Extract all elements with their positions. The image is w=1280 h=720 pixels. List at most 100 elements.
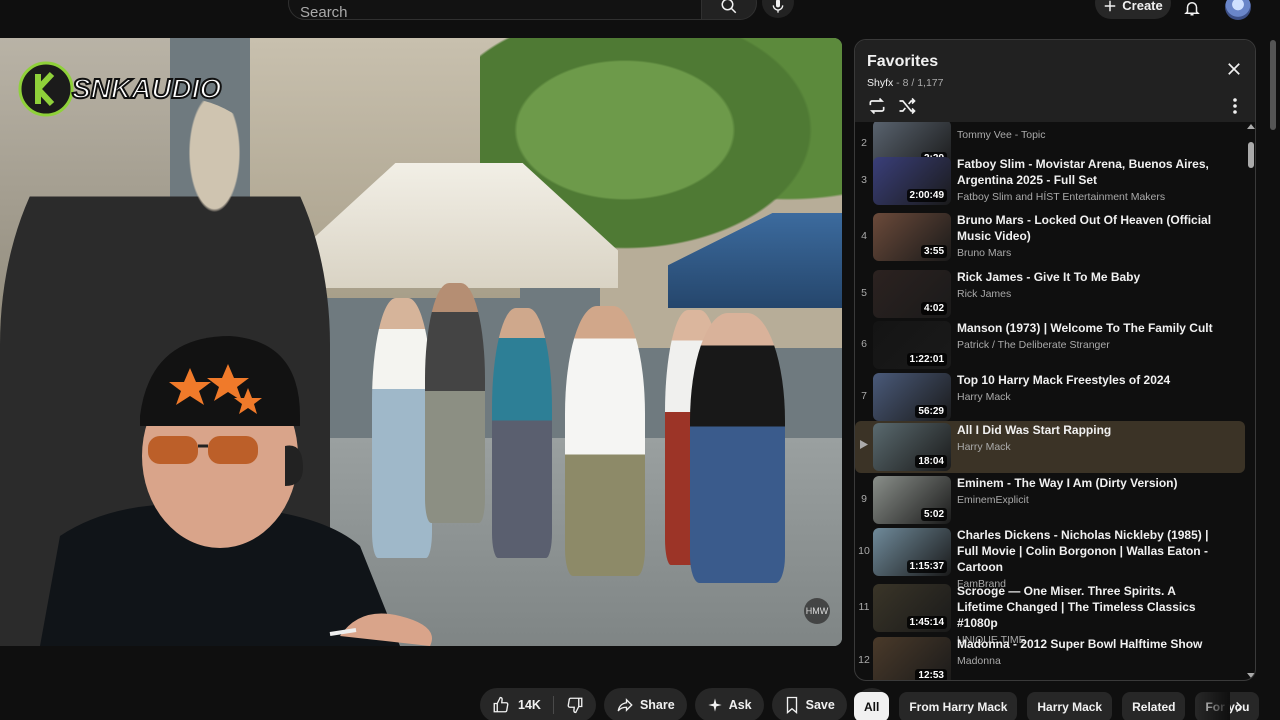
playlist-item[interactable]: 12 12:53 Madonna - 2012 Super Bowl Halftim… bbox=[855, 635, 1245, 680]
microphone-icon bbox=[772, 0, 784, 13]
search-button[interactable] bbox=[701, 0, 757, 20]
video-meta: Manson (1973) | Welcome To The Family Cu… bbox=[957, 319, 1217, 371]
playlist-item[interactable]: 7 56:29 Top 10 Harry Mack Freestyles of 20… bbox=[855, 371, 1245, 423]
scroll-down-arrow[interactable] bbox=[1247, 673, 1255, 678]
playlist-item-current[interactable]: 18:04 All I Did Was Start Rapping Harry Ma… bbox=[855, 421, 1245, 473]
video-title[interactable]: Charles Dickens - Nicholas Nickleby (198… bbox=[957, 527, 1217, 575]
video-thumbnail[interactable]: 2:00:49 bbox=[873, 157, 951, 205]
video-title[interactable]: Top 10 Harry Mack Freestyles of 2024 bbox=[957, 372, 1217, 388]
playlist-item-index: 10 bbox=[858, 545, 870, 557]
playlist-item-index: 5 bbox=[861, 287, 867, 299]
like-count: 14K bbox=[518, 698, 541, 712]
voice-search-button[interactable] bbox=[762, 0, 794, 18]
chips-fade bbox=[1196, 692, 1230, 720]
dislike-button[interactable] bbox=[554, 688, 596, 720]
thumbs-up-icon bbox=[493, 696, 509, 713]
playlist-scrollbar[interactable] bbox=[1247, 124, 1255, 678]
create-label: Create bbox=[1122, 0, 1163, 13]
video-meta: Eminem - The Way I Am (Dirty Version) Emi… bbox=[957, 474, 1217, 526]
search-icon bbox=[721, 0, 737, 14]
video-thumbnail[interactable]: 3:55 bbox=[873, 213, 951, 261]
playlist-item-index: 4 bbox=[861, 230, 867, 242]
share-label: Share bbox=[639, 698, 675, 712]
video-thumbnail[interactable]: 5:02 bbox=[873, 476, 951, 524]
video-player[interactable]: SNKAUDIO HMW bbox=[0, 38, 842, 646]
video-thumbnail[interactable]: 56:29 bbox=[873, 373, 951, 421]
video-thumbnail[interactable]: 12:53 bbox=[873, 637, 951, 680]
close-icon[interactable] bbox=[1225, 60, 1243, 78]
video-meta: Rick James - Give It To Me Baby Rick Jame… bbox=[957, 268, 1217, 320]
playlist-item[interactable]: 9 5:02 Eminem - The Way I Am (Dirty Versio… bbox=[855, 474, 1245, 526]
share-button[interactable]: Share bbox=[603, 688, 687, 720]
video-title[interactable]: Rick James - Give It To Me Baby bbox=[957, 269, 1217, 285]
share-icon bbox=[617, 698, 633, 712]
plus-icon bbox=[1105, 0, 1116, 12]
scroll-thumb[interactable] bbox=[1248, 142, 1254, 168]
video-channel[interactable]: Tommy Vee - Topic bbox=[957, 129, 1217, 141]
playlist-position: 8 / 1,177 bbox=[902, 77, 944, 89]
ask-label: Ask bbox=[728, 698, 752, 712]
notifications-button[interactable] bbox=[1180, 0, 1204, 20]
avatar[interactable] bbox=[1225, 0, 1251, 20]
video-thumbnail[interactable]: 1:45:14 bbox=[873, 584, 951, 632]
playlist-item[interactable]: 3 2:00:49 Fatboy Slim - Movistar Arena, Bu… bbox=[855, 155, 1245, 207]
page-scrollbar[interactable] bbox=[1270, 40, 1276, 130]
video-title[interactable]: Manson (1973) | Welcome To The Family Cu… bbox=[957, 320, 1217, 336]
playlist-item[interactable]: 10 1:15:37 Charles Dickens - Nicholas Nick… bbox=[855, 526, 1245, 590]
channel-watermark[interactable]: HMW bbox=[804, 598, 830, 624]
video-title[interactable]: All I Did Was Start Rapping bbox=[957, 422, 1217, 438]
video-channel[interactable]: Madonna bbox=[957, 655, 1217, 667]
like-button[interactable]: 14K bbox=[480, 688, 553, 720]
scroll-up-arrow[interactable] bbox=[1247, 124, 1255, 129]
chip-all[interactable]: All bbox=[854, 692, 890, 720]
video-duration: 12:53 bbox=[915, 669, 947, 680]
ask-button[interactable]: Ask bbox=[694, 688, 764, 720]
playlist-owner[interactable]: Shyfx bbox=[867, 77, 893, 89]
video-actions: 14K Share Ask Save bbox=[480, 688, 889, 720]
video-thumbnail[interactable]: 1:22:01 bbox=[873, 321, 951, 369]
now-playing-icon bbox=[860, 440, 868, 449]
save-button[interactable]: Save bbox=[771, 688, 847, 720]
video-channel[interactable]: EminemExplicit bbox=[957, 494, 1217, 506]
chip-related[interactable]: Related bbox=[1122, 692, 1186, 720]
playlist-item[interactable]: 4 3:55 Bruno Mars - Locked Out Of Heaven (… bbox=[855, 211, 1245, 263]
video-duration: 4:02 bbox=[920, 302, 947, 315]
save-label: Save bbox=[805, 698, 835, 712]
scene-person bbox=[565, 306, 645, 576]
video-duration: 18:04 bbox=[915, 455, 947, 468]
video-channel[interactable]: Patrick / The Deliberate Stranger bbox=[957, 339, 1217, 351]
search-input[interactable]: Search bbox=[288, 0, 701, 21]
video-thumbnail[interactable]: 18:04 bbox=[873, 423, 951, 471]
video-title[interactable]: Scrooge — One Miser. Three Spirits. A Li… bbox=[957, 583, 1217, 631]
video-meta: Madonna - 2012 Super Bowl Halftime Show M… bbox=[957, 635, 1217, 680]
loop-icon[interactable] bbox=[867, 96, 887, 116]
video-title[interactable]: Bruno Mars - Locked Out Of Heaven (Offic… bbox=[957, 212, 1217, 244]
video-channel[interactable]: Harry Mack bbox=[957, 391, 1217, 403]
playlist-items: 22:29Tommy Vee - Topic32:00:49Fatboy Sli… bbox=[855, 122, 1255, 680]
playlist-item[interactable]: 11 1:45:14 Scrooge — One Miser. Three Spir… bbox=[855, 582, 1245, 646]
video-channel[interactable]: Rick James bbox=[957, 288, 1217, 300]
video-thumbnail[interactable]: 1:15:37 bbox=[873, 528, 951, 576]
scene-person bbox=[492, 308, 552, 558]
shuffle-icon[interactable] bbox=[897, 96, 917, 116]
playlist-item[interactable]: 5 4:02 Rick James - Give It To Me Baby Rick… bbox=[855, 268, 1245, 320]
more-vertical-icon[interactable] bbox=[1229, 96, 1241, 116]
video-title[interactable]: Madonna - 2012 Super Bowl Halftime Show bbox=[957, 636, 1217, 652]
chips-next-button[interactable] bbox=[1226, 694, 1252, 720]
video-channel[interactable]: Harry Mack bbox=[957, 441, 1217, 453]
playlist-item-index bbox=[855, 421, 873, 473]
playlist-item-index: 7 bbox=[861, 390, 867, 402]
video-title[interactable]: Eminem - The Way I Am (Dirty Version) bbox=[957, 475, 1217, 491]
chip-harry-mack[interactable]: Harry Mack bbox=[1027, 692, 1113, 720]
create-button[interactable]: Create bbox=[1095, 0, 1171, 19]
playlist-item[interactable]: 6 1:22:01 Manson (1973) | Welcome To The F… bbox=[855, 319, 1245, 371]
video-channel[interactable]: Bruno Mars bbox=[957, 247, 1217, 259]
logo-text: SNKAUDIO bbox=[72, 73, 222, 104]
chip-from-harry-mack[interactable]: From Harry Mack bbox=[899, 692, 1018, 720]
video-duration: 1:45:14 bbox=[906, 616, 947, 629]
video-channel[interactable]: Fatboy Slim and HÍST Entertainment Maker… bbox=[957, 191, 1217, 203]
video-thumbnail[interactable]: 4:02 bbox=[873, 270, 951, 318]
video-title[interactable]: Fatboy Slim - Movistar Arena, Buenos Air… bbox=[957, 156, 1217, 188]
playlist-title[interactable]: Favorites bbox=[867, 53, 938, 71]
webcam-streamer bbox=[40, 336, 432, 646]
